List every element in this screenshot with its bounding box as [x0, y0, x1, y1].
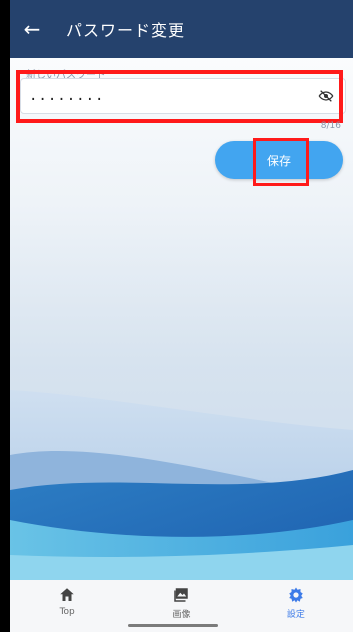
- home-icon: [60, 588, 74, 601]
- nav-item-top[interactable]: Top: [10, 580, 124, 632]
- home-indicator: [128, 624, 218, 627]
- save-button[interactable]: 保存: [215, 141, 343, 179]
- save-button-label: 保存: [266, 153, 291, 168]
- toggle-visibility-button[interactable]: [311, 81, 341, 111]
- password-field: [20, 78, 346, 114]
- password-input[interactable]: [21, 87, 311, 105]
- phone-screen: ← パスワード変更 新しいパスワード 8/16 保存 Top: [10, 0, 353, 632]
- eye-off-icon: [318, 90, 334, 102]
- image-icon: [174, 588, 189, 602]
- nav-label-images: 画像: [172, 610, 191, 620]
- app-bar: ← パスワード変更: [10, 0, 353, 58]
- page-title: パスワード変更: [66, 21, 186, 40]
- gear-icon: [289, 587, 303, 603]
- arrow-left-icon: ←: [23, 17, 41, 41]
- nav-label-settings: 設定: [286, 610, 305, 620]
- character-counter: 8/16: [320, 121, 341, 131]
- back-button[interactable]: ←: [10, 0, 54, 58]
- nav-label-top: Top: [59, 607, 75, 617]
- nav-item-settings[interactable]: 設定: [239, 580, 353, 632]
